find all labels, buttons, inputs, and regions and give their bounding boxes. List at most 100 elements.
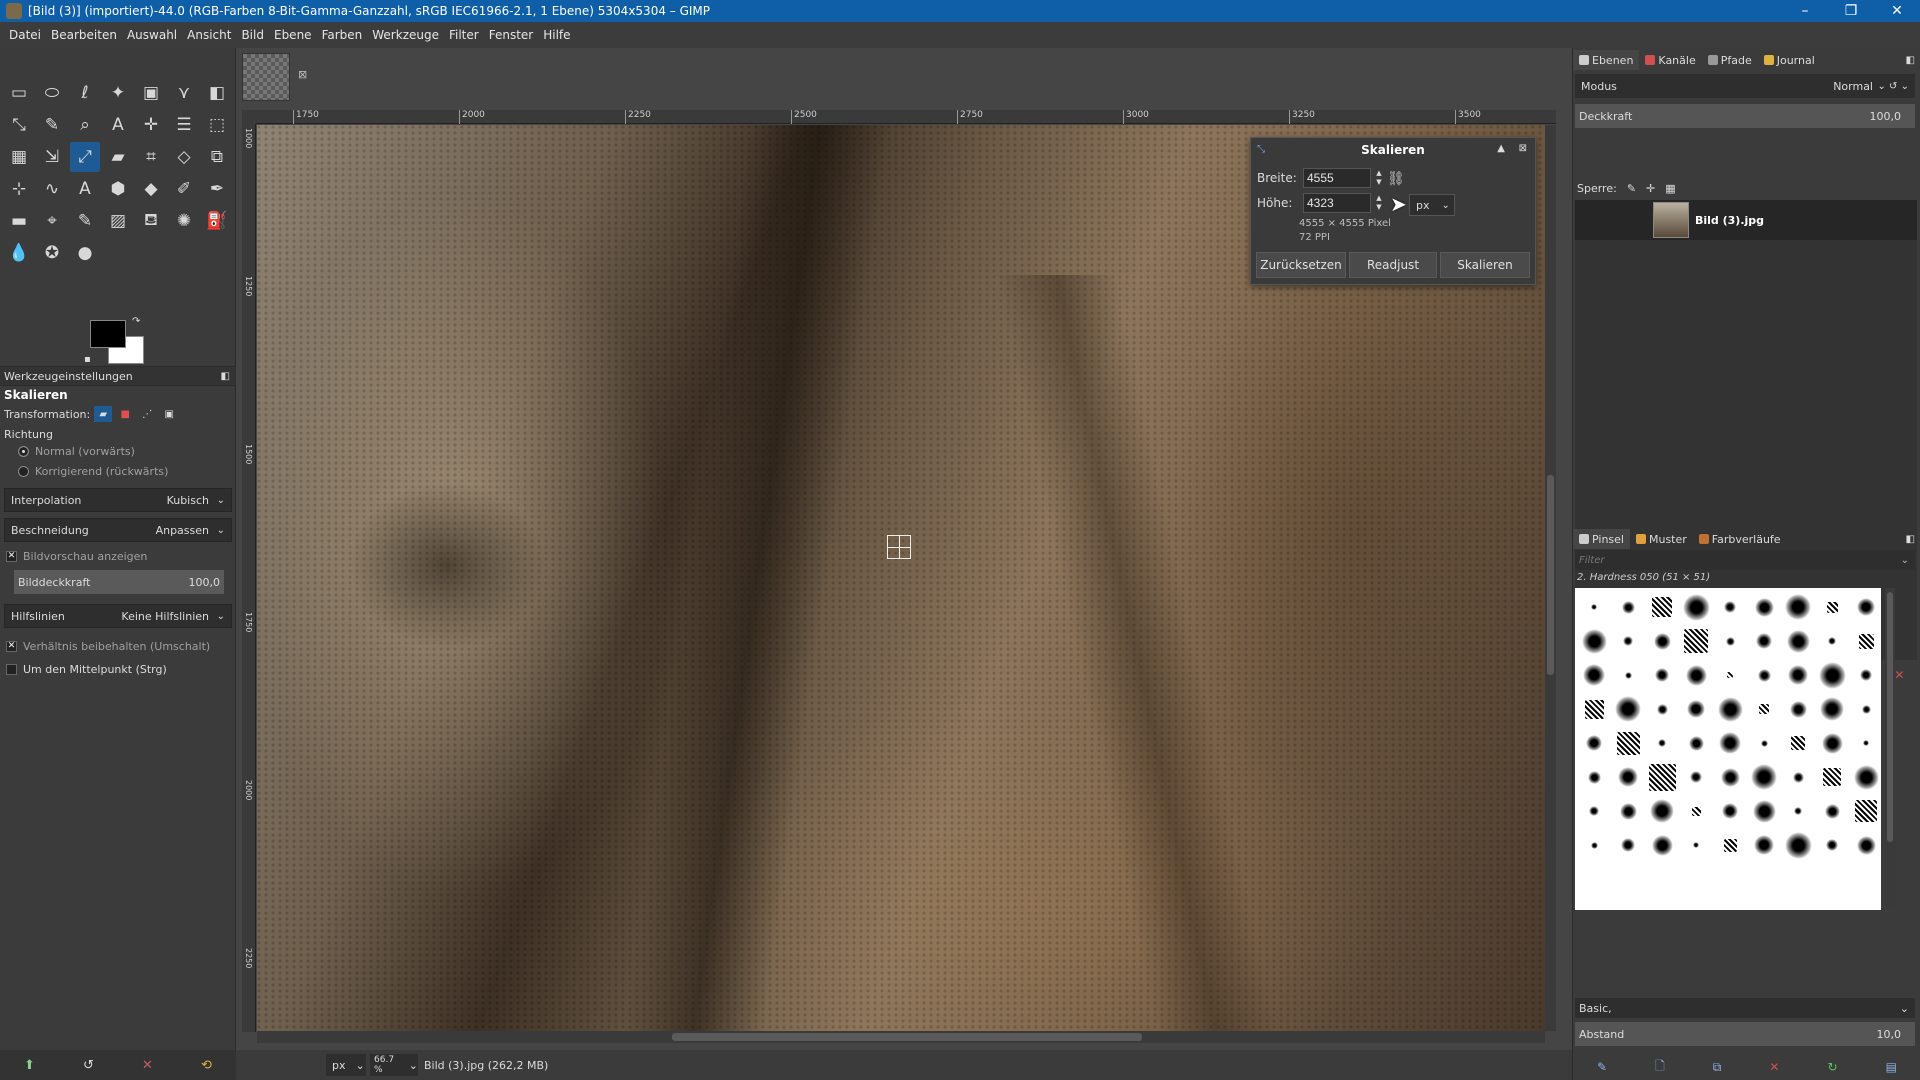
- tool-button-34[interactable]: ⛽: [202, 206, 232, 236]
- brush-swatch[interactable]: [1713, 726, 1747, 760]
- tool-button-7[interactable]: ⤡: [4, 110, 34, 140]
- brush-swatch[interactable]: [1611, 794, 1645, 828]
- unit-select[interactable]: px ⌄: [326, 1054, 366, 1076]
- lock-position-icon[interactable]: ✛: [1646, 182, 1655, 195]
- width-input[interactable]: [1303, 168, 1371, 188]
- brush-swatch[interactable]: [1713, 760, 1747, 794]
- brush-swatch[interactable]: [1645, 658, 1679, 692]
- brush-swatch[interactable]: [1611, 624, 1645, 658]
- image-opacity-slider[interactable]: Bilddeckkraft 100,0: [14, 570, 224, 594]
- brush-swatch[interactable]: [1747, 624, 1781, 658]
- brush-swatch[interactable]: [1577, 658, 1611, 692]
- tab-paths[interactable]: Pfade: [1702, 50, 1758, 70]
- brush-swatch[interactable]: [1781, 624, 1815, 658]
- brush-swatch[interactable]: [1781, 658, 1815, 692]
- tool-button-1[interactable]: ⬭: [37, 78, 67, 108]
- brush-swatch[interactable]: [1815, 828, 1849, 862]
- dock-menu-icon[interactable]: ◧: [1906, 534, 1915, 545]
- brush-swatch[interactable]: [1849, 590, 1883, 624]
- around-center-checkbox[interactable]: Um den Mittelpunkt (Strg): [6, 663, 167, 676]
- collapse-icon[interactable]: ▲: [1497, 143, 1505, 154]
- tab-channels[interactable]: Kanäle: [1639, 50, 1701, 70]
- transform-layer-icon[interactable]: ▰: [94, 406, 113, 422]
- menu-filters[interactable]: Filter: [444, 28, 484, 42]
- brush-swatch[interactable]: [1645, 828, 1679, 862]
- image-tab-thumbnail[interactable]: [242, 53, 290, 101]
- duplicate-brush-icon[interactable]: ⧉: [1713, 1060, 1722, 1075]
- brush-swatch[interactable]: [1611, 726, 1645, 760]
- brush-swatch[interactable]: [1645, 726, 1679, 760]
- brush-swatch[interactable]: [1611, 590, 1645, 624]
- tab-menu-icon[interactable]: ◧: [221, 371, 230, 382]
- menu-file[interactable]: Datei: [4, 28, 46, 42]
- height-input[interactable]: [1303, 193, 1371, 213]
- menu-edit[interactable]: Bearbeiten: [46, 28, 122, 42]
- brush-swatch[interactable]: [1781, 760, 1815, 794]
- brush-swatch[interactable]: [1713, 658, 1747, 692]
- minimize-button[interactable]: –: [1782, 0, 1828, 22]
- readjust-button[interactable]: Readjust: [1349, 252, 1437, 278]
- brush-swatch[interactable]: [1781, 794, 1815, 828]
- tool-button-22[interactable]: ∿: [37, 174, 67, 204]
- brush-spacing-slider[interactable]: Abstand 10,0: [1575, 1022, 1915, 1046]
- brush-swatch[interactable]: [1713, 624, 1747, 658]
- brush-swatch[interactable]: [1849, 658, 1883, 692]
- tool-button-36[interactable]: ✪: [37, 238, 67, 268]
- tool-button-30[interactable]: ✎: [70, 206, 100, 236]
- tool-button-20[interactable]: ⧉: [202, 142, 232, 172]
- scale-unit-select[interactable]: px ⌄: [1409, 194, 1455, 216]
- brush-swatch[interactable]: [1577, 828, 1611, 862]
- close-icon[interactable]: ⊠: [1519, 143, 1527, 154]
- scrollbar-thumb[interactable]: [672, 1033, 1142, 1041]
- tool-button-2[interactable]: ℓ: [70, 78, 100, 108]
- lock-pixels-icon[interactable]: ✎: [1627, 182, 1636, 195]
- layer-row[interactable]: Bild (3).jpg: [1575, 200, 1917, 240]
- brush-swatch[interactable]: [1645, 692, 1679, 726]
- brush-filter-input[interactable]: Filter ⌄: [1575, 550, 1915, 570]
- brush-swatch[interactable]: [1679, 658, 1713, 692]
- brush-swatch[interactable]: [1781, 828, 1815, 862]
- tool-button-23[interactable]: A: [70, 174, 100, 204]
- brush-swatch[interactable]: [1645, 760, 1679, 794]
- tool-button-25[interactable]: ◆: [136, 174, 166, 204]
- foreground-color-swatch[interactable]: [90, 320, 126, 348]
- brush-swatch[interactable]: [1577, 794, 1611, 828]
- guides-select[interactable]: Hilfslinien Keine Hilfslinien ⌄: [4, 604, 232, 628]
- transform-image-icon[interactable]: ▣: [160, 406, 178, 422]
- brush-swatch[interactable]: [1577, 692, 1611, 726]
- brush-swatch[interactable]: [1645, 590, 1679, 624]
- menu-layer[interactable]: Ebene: [269, 28, 317, 42]
- tool-button-35[interactable]: 💧: [4, 238, 34, 268]
- menu-select[interactable]: Auswahl: [122, 28, 182, 42]
- brush-swatch[interactable]: [1679, 726, 1713, 760]
- tool-button-37[interactable]: ●: [70, 238, 100, 268]
- interpolation-select[interactable]: Interpolation Kubisch ⌄: [4, 488, 232, 512]
- keep-aspect-checkbox[interactable]: ✕ Verhältnis beibehalten (Umschalt): [6, 640, 210, 653]
- clipping-select[interactable]: Beschneidung Anpassen ⌄: [4, 518, 232, 542]
- brush-swatch[interactable]: [1781, 726, 1815, 760]
- tab-layers[interactable]: Ebenen: [1573, 50, 1640, 70]
- chain-link-icon[interactable]: ⛓: [1387, 171, 1405, 187]
- tab-gradients[interactable]: Farbverläufe: [1693, 529, 1787, 549]
- width-spinner[interactable]: ▲ ▼: [1373, 169, 1385, 187]
- tool-button-17[interactable]: ▰: [103, 142, 133, 172]
- brush-swatch[interactable]: [1645, 624, 1679, 658]
- transform-path-icon[interactable]: ⋰: [138, 406, 156, 422]
- brush-swatch[interactable]: [1815, 624, 1849, 658]
- save-options-icon[interactable]: ⬆: [24, 1058, 35, 1073]
- brush-swatch[interactable]: [1849, 726, 1883, 760]
- transform-selection-icon[interactable]: ■: [116, 406, 134, 422]
- reset-button[interactable]: Zurücksetzen: [1256, 252, 1346, 278]
- tool-button-6[interactable]: ◧: [202, 78, 232, 108]
- close-button[interactable]: ✕: [1874, 0, 1920, 22]
- tool-button-28[interactable]: ▬: [4, 206, 34, 236]
- menu-help[interactable]: Hilfe: [538, 28, 575, 42]
- scrollbar-thumb[interactable]: [1887, 592, 1893, 842]
- brush-swatch[interactable]: [1747, 692, 1781, 726]
- brush-swatch[interactable]: [1577, 760, 1611, 794]
- direction-corrective-radio[interactable]: Korrigierend (rückwärts): [18, 465, 168, 478]
- brush-swatch[interactable]: [1849, 760, 1883, 794]
- swap-colors-icon[interactable]: ↷: [132, 316, 140, 327]
- brush-swatch[interactable]: [1611, 658, 1645, 692]
- tool-button-13[interactable]: ⬚: [202, 110, 232, 140]
